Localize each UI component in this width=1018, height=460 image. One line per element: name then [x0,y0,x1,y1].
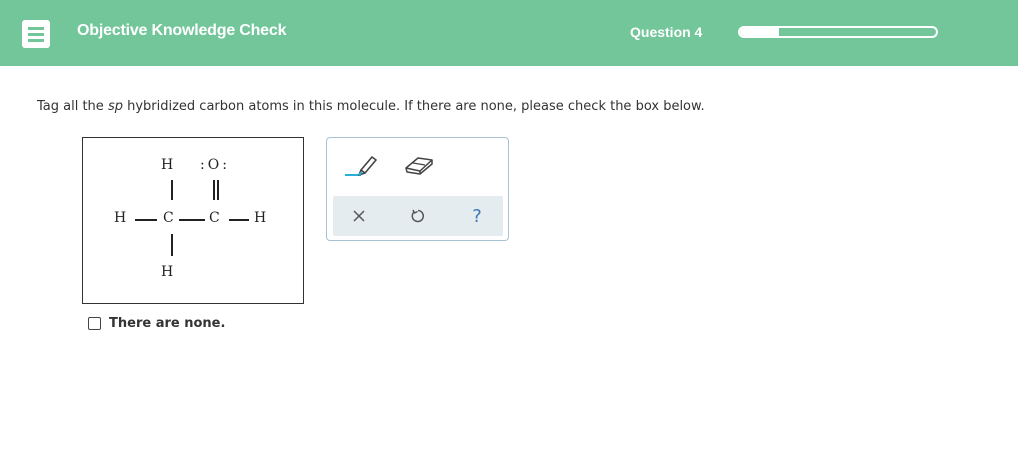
question-label: Question 4 [630,24,703,40]
pencil-icon[interactable] [339,148,379,180]
bond-c-c [179,219,205,221]
atom-c-right[interactable]: C [209,210,220,226]
undo-icon [411,209,424,223]
help-icon: ? [472,205,482,227]
bond-c-h-right [229,219,249,221]
prompt-emphasis: sp [107,99,123,114]
atom-h-right[interactable]: H [254,210,266,226]
clear-button[interactable] [339,196,379,236]
none-checkbox[interactable] [88,317,101,330]
close-icon [353,210,365,222]
bond-c-h-top [171,180,173,200]
bond-c-o-2 [217,180,219,200]
progress-bar [738,26,938,38]
undo-button[interactable] [398,196,438,236]
prompt-text-start: Tag all the [37,99,108,114]
atom-h-top[interactable]: H [161,157,173,173]
bond-h-c-left [135,219,157,221]
drawing-toolbox: ? [326,137,509,241]
header-bar: Objective Knowledge Check Question 4 [0,0,1018,66]
eraser-icon[interactable] [399,148,439,180]
atom-h-left[interactable]: H [114,210,126,226]
menu-icon[interactable] [22,20,50,48]
atom-o[interactable]: :O: [200,157,230,173]
app-title: Objective Knowledge Check [77,22,287,39]
toolbox-action-bar: ? [333,196,503,236]
help-button[interactable]: ? [457,196,497,236]
prompt-text-end: hybridized carbon atoms in this molecule… [122,99,705,114]
atom-h-bottom[interactable]: H [161,264,173,280]
none-option[interactable]: There are none. [88,316,225,331]
none-label[interactable]: There are none. [109,316,225,331]
bond-c-h-bottom [171,234,173,256]
atom-c-left[interactable]: C [163,210,174,226]
progress-fill [740,28,780,36]
question-prompt: Tag all the sp hybridized carbon atoms i… [37,99,705,114]
molecule-canvas[interactable]: H :O: H C C H H [82,137,304,304]
bond-c-o-1 [213,180,215,200]
